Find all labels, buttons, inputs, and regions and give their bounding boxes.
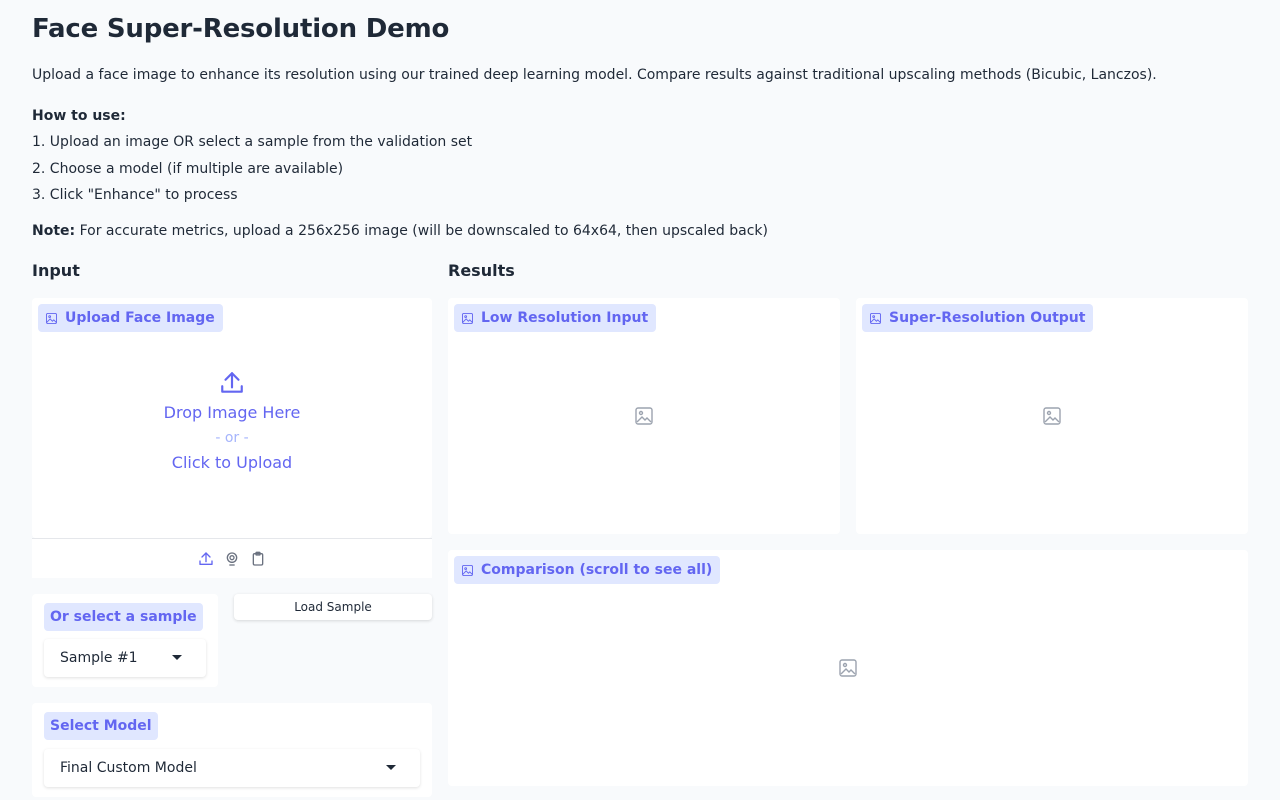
upload-source-toolbar bbox=[32, 538, 432, 578]
sample-label: Or select a sample bbox=[44, 603, 203, 631]
super-resolution-panel: Super-Resolution Output bbox=[856, 298, 1248, 534]
upload-dropzone[interactable]: Upload Face Image Drop Image Here - or -… bbox=[32, 298, 432, 538]
low-resolution-label: Low Resolution Input bbox=[454, 304, 657, 332]
low-resolution-label-text: Low Resolution Input bbox=[481, 310, 649, 326]
comparison-label: Comparison (scroll to see all) bbox=[454, 556, 721, 584]
how-to-step-1: 1. Upload an image OR select a sample fr… bbox=[32, 134, 473, 150]
sample-selected-value: Sample #1 bbox=[60, 650, 138, 666]
how-to-step-2: 2. Choose a model (if multiple are avail… bbox=[32, 160, 344, 177]
low-resolution-panel: Low Resolution Input bbox=[448, 298, 840, 534]
sample-selector-panel: Or select a sample Sample #1 bbox=[32, 594, 218, 687]
load-sample-button[interactable]: Load Sample bbox=[234, 594, 432, 620]
clipboard-icon[interactable] bbox=[250, 551, 266, 567]
note-label: Note: bbox=[32, 223, 76, 239]
image-icon bbox=[462, 564, 473, 576]
webcam-icon[interactable] bbox=[224, 551, 240, 567]
super-resolution-label-text: Super-Resolution Output bbox=[889, 310, 1086, 326]
how-to-use: How to use: 1. Upload an image OR select… bbox=[32, 106, 472, 209]
results-section-label: Results bbox=[448, 261, 515, 280]
input-section-label: Input bbox=[32, 261, 80, 280]
select-model-label-text: Select Model bbox=[50, 718, 152, 734]
super-resolution-label: Super-Resolution Output bbox=[862, 304, 1094, 332]
intro-text: Upload a face image to enhance its resol… bbox=[32, 67, 1157, 83]
model-selected-value: Final Custom Model bbox=[60, 760, 197, 776]
sample-dropdown[interactable]: Sample #1 bbox=[44, 639, 206, 677]
drop-or-text: - or - bbox=[215, 430, 249, 446]
note-text: Note: For accurate metrics, upload a 256… bbox=[32, 223, 768, 239]
chevron-down-icon bbox=[386, 765, 396, 770]
drop-image-text: Drop Image Here bbox=[163, 403, 301, 422]
model-dropdown[interactable]: Final Custom Model bbox=[44, 749, 420, 787]
upload-icon[interactable] bbox=[198, 551, 214, 567]
click-to-upload-text[interactable]: Click to Upload bbox=[32, 453, 432, 472]
image-icon bbox=[870, 312, 881, 324]
comparison-label-text: Comparison (scroll to see all) bbox=[481, 562, 713, 578]
model-selector-panel: Select Model Final Custom Model bbox=[32, 703, 432, 797]
how-to-heading: How to use: bbox=[32, 108, 126, 124]
page-title: Face Super-Resolution Demo bbox=[32, 14, 450, 44]
comparison-panel[interactable]: Comparison (scroll to see all) bbox=[448, 550, 1248, 786]
note-body: For accurate metrics, upload a 256x256 i… bbox=[75, 223, 768, 239]
image-placeholder-icon bbox=[635, 407, 653, 425]
image-placeholder-icon bbox=[1043, 407, 1061, 425]
chevron-down-icon bbox=[172, 655, 182, 660]
sample-label-text: Or select a sample bbox=[50, 609, 197, 625]
upload-face-image-label: Upload Face Image bbox=[38, 304, 223, 332]
select-model-label: Select Model bbox=[44, 712, 158, 740]
how-to-step-3: 3. Click "Enhance" to process bbox=[32, 187, 238, 203]
upload-icon bbox=[221, 372, 243, 393]
image-icon bbox=[46, 312, 57, 324]
image-placeholder-icon bbox=[839, 659, 857, 677]
upload-label-text: Upload Face Image bbox=[65, 310, 215, 326]
image-icon bbox=[462, 312, 473, 324]
